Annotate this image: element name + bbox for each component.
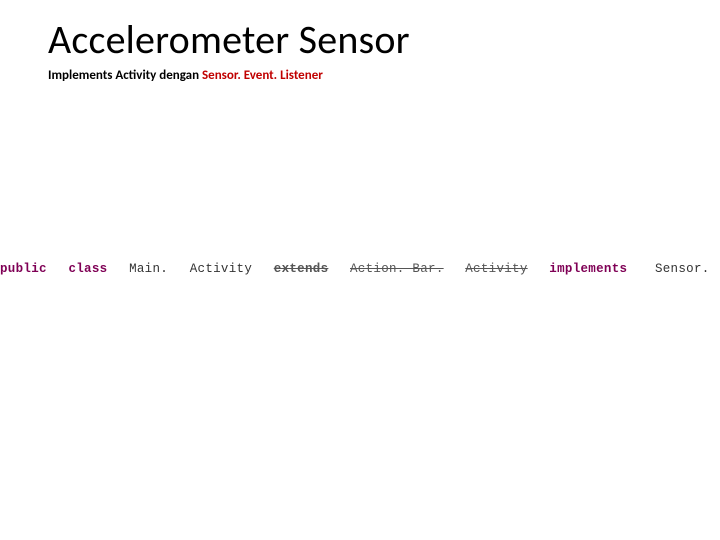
extends-activity-strike: Activity: [465, 262, 527, 276]
keyword-class: class: [68, 262, 107, 276]
keyword-extends-strike: extends: [274, 262, 329, 276]
slide-title: Accelerometer Sensor: [48, 15, 410, 64]
extends-actionbar-strike: Action. Bar.: [350, 262, 444, 276]
impl-sensor: Sensor.: [655, 262, 710, 276]
class-name-activity: Activity: [190, 262, 252, 276]
subtitle-prefix: Implements Activity dengan: [48, 68, 202, 83]
code-line: public class Main. Activity extends Acti…: [0, 262, 720, 276]
subtitle-highlight: Sensor. Event. Listener: [202, 68, 323, 83]
slide-subtitle: Implements Activity dengan Sensor. Event…: [48, 68, 323, 83]
slide: Accelerometer Sensor Implements Activity…: [0, 0, 720, 540]
keyword-public: public: [0, 262, 47, 276]
keyword-implements: implements: [549, 262, 627, 276]
class-name-main: Main.: [129, 262, 168, 276]
